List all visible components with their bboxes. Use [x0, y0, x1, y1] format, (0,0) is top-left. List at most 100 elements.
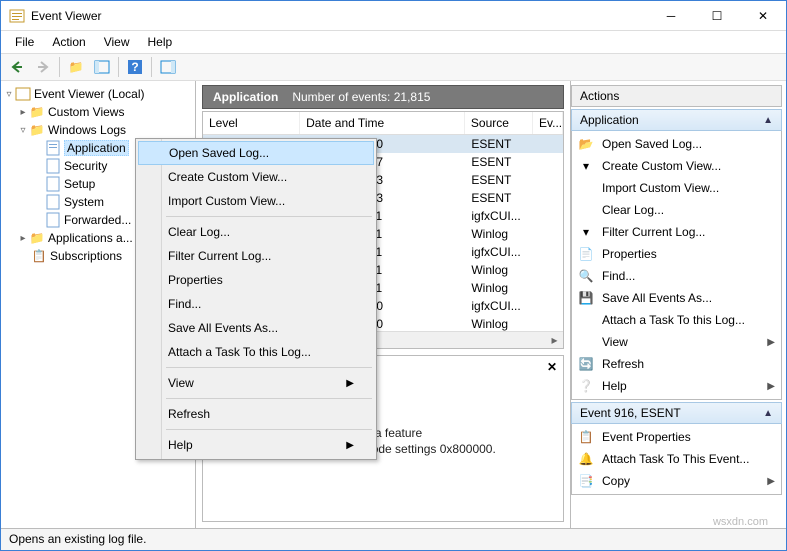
- center-header: Application Number of events: 21,815: [202, 85, 564, 109]
- refresh-icon: 🔄: [578, 357, 594, 371]
- folder-open-icon: 📂: [578, 137, 594, 151]
- toolbar-panel2-icon[interactable]: [156, 56, 180, 78]
- collapse-arrow-icon[interactable]: ▿: [3, 89, 15, 100]
- chevron-right-icon: ▶: [767, 337, 775, 348]
- menu-file[interactable]: File: [7, 33, 42, 51]
- forward-button[interactable]: [31, 56, 55, 78]
- actions-title: Actions: [571, 85, 782, 107]
- eventviewer-icon: [15, 86, 31, 102]
- ctx-divider: [166, 398, 372, 399]
- ctx-create-custom-view[interactable]: Create Custom View...: [138, 165, 374, 189]
- expand-arrow-icon[interactable]: ▸: [17, 233, 29, 244]
- action-save-all-events-as[interactable]: 💾Save All Events As...: [572, 287, 781, 309]
- watermark: wsxdn.com: [713, 516, 768, 528]
- minimize-button[interactable]: ─: [648, 1, 694, 31]
- actions-section-application[interactable]: Application ▲: [571, 109, 782, 131]
- menu-action[interactable]: Action: [44, 33, 93, 51]
- col-date[interactable]: Date and Time: [300, 112, 465, 134]
- maximize-button[interactable]: ☐: [694, 1, 740, 31]
- action-open-saved-log[interactable]: 📂Open Saved Log...: [572, 133, 781, 155]
- ctx-attach-a-task-to-this-log[interactable]: Attach a Task To this Log...: [138, 340, 374, 364]
- collapse-arrow-icon[interactable]: ▲: [763, 408, 773, 419]
- log-icon: [45, 158, 61, 174]
- back-button[interactable]: [5, 56, 29, 78]
- close-button[interactable]: ✕: [740, 1, 786, 31]
- menubar: File Action View Help: [1, 31, 786, 53]
- log-icon: [45, 176, 61, 192]
- action-properties[interactable]: 📄Properties: [572, 243, 781, 265]
- action-help[interactable]: ❔Help▶: [572, 375, 781, 397]
- ctx-open-saved-log[interactable]: Open Saved Log...: [138, 141, 374, 165]
- action-import-custom-view[interactable]: Import Custom View...: [572, 177, 781, 199]
- chevron-right-icon: ▶: [346, 440, 354, 451]
- collapse-arrow-icon[interactable]: ▿: [17, 125, 29, 136]
- toolbar-help-icon[interactable]: ?: [123, 56, 147, 78]
- action-create-custom-view[interactable]: ▾Create Custom View...: [572, 155, 781, 177]
- help-icon: ❔: [578, 379, 594, 393]
- save-icon: 💾: [578, 291, 594, 305]
- action-view[interactable]: View▶: [572, 331, 781, 353]
- ctx-properties[interactable]: Properties: [138, 268, 374, 292]
- ctx-find[interactable]: Find...: [138, 292, 374, 316]
- ctx-divider: [166, 216, 372, 217]
- attach-task-icon: 🔔: [578, 452, 594, 466]
- tree-custom-views[interactable]: ▸ 📁 Custom Views: [1, 103, 195, 121]
- col-level[interactable]: Level: [203, 112, 300, 134]
- action-event-properties[interactable]: 📋Event Properties: [572, 426, 781, 448]
- actions-list-application: 📂Open Saved Log...▾Create Custom View...…: [571, 131, 782, 400]
- ctx-view[interactable]: View▶: [138, 371, 374, 395]
- chevron-right-icon: ▶: [767, 476, 775, 487]
- action-find[interactable]: 🔍Find...: [572, 265, 781, 287]
- menu-help[interactable]: Help: [140, 33, 181, 51]
- detail-close-button[interactable]: ✕: [547, 360, 557, 374]
- ctx-divider: [166, 367, 372, 368]
- funnel-icon: ▾: [578, 225, 594, 239]
- tree-windows-logs[interactable]: ▿ 📁 Windows Logs: [1, 121, 195, 139]
- tree-root[interactable]: ▿ Event Viewer (Local): [1, 85, 195, 103]
- toolbar-folder-icon[interactable]: 📁: [64, 56, 88, 78]
- app-icon: [9, 8, 25, 24]
- action-filter-current-log[interactable]: ▾Filter Current Log...: [572, 221, 781, 243]
- svg-text:?: ?: [131, 60, 138, 74]
- col-ev[interactable]: Ev...: [533, 112, 563, 134]
- action-copy[interactable]: 📑Copy▶: [572, 470, 781, 492]
- grid-header: Level Date and Time Source Ev...: [203, 112, 563, 135]
- context-menu: Open Saved Log...Create Custom View...Im…: [135, 138, 377, 460]
- log-icon: [45, 140, 61, 156]
- toolbar: 📁 ?: [1, 53, 786, 81]
- actions-pane: Actions Application ▲ 📂Open Saved Log...…: [571, 81, 786, 528]
- action-attach-task-to-this-event[interactable]: 🔔Attach Task To This Event...: [572, 448, 781, 470]
- center-title: Application: [213, 90, 278, 104]
- log-icon: [45, 212, 61, 228]
- folder-icon: 📁: [29, 122, 45, 138]
- ctx-help[interactable]: Help▶: [138, 433, 374, 457]
- chevron-right-icon: ▶: [767, 381, 775, 392]
- ctx-filter-current-log[interactable]: Filter Current Log...: [138, 244, 374, 268]
- subscriptions-icon: 📋: [31, 248, 47, 264]
- col-source[interactable]: Source: [465, 112, 533, 134]
- find-icon: 🔍: [578, 269, 594, 283]
- window-title: Event Viewer: [31, 9, 648, 23]
- separator: [59, 57, 60, 77]
- collapse-arrow-icon[interactable]: ▲: [763, 115, 773, 126]
- menu-view[interactable]: View: [96, 33, 138, 51]
- center-count: Number of events: 21,815: [292, 90, 430, 104]
- scroll-right-arrow-icon[interactable]: ▸: [546, 333, 563, 347]
- action-attach-a-task-to-this-log[interactable]: Attach a Task To this Log...: [572, 309, 781, 331]
- separator: [151, 57, 152, 77]
- body: ▿ Event Viewer (Local) ▸ 📁 Custom Views …: [1, 81, 786, 528]
- ctx-clear-log[interactable]: Clear Log...: [138, 220, 374, 244]
- actions-section-event[interactable]: Event 916, ESENT ▲: [571, 402, 782, 424]
- ctx-save-all-events-as[interactable]: Save All Events As...: [138, 316, 374, 340]
- ctx-import-custom-view[interactable]: Import Custom View...: [138, 189, 374, 213]
- expand-arrow-icon[interactable]: ▸: [17, 107, 29, 118]
- separator: [118, 57, 119, 77]
- toolbar-panel-icon[interactable]: [90, 56, 114, 78]
- action-clear-log[interactable]: Clear Log...: [572, 199, 781, 221]
- action-refresh[interactable]: 🔄Refresh: [572, 353, 781, 375]
- ctx-refresh[interactable]: Refresh: [138, 402, 374, 426]
- folder-icon: 📁: [29, 230, 45, 246]
- event-props-icon: 📋: [578, 430, 594, 444]
- statusbar: Opens an existing log file.: [1, 528, 786, 550]
- folder-icon: 📁: [29, 104, 45, 120]
